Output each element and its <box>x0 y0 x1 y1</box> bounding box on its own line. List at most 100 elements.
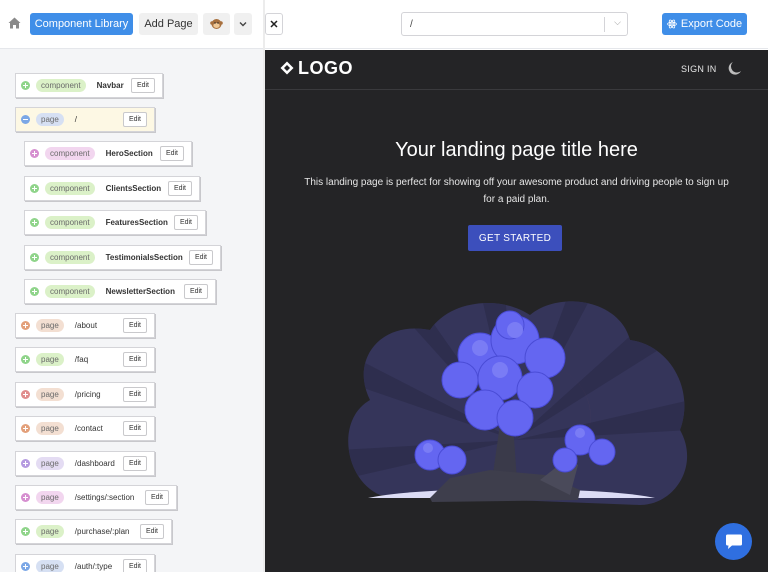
tree-item-label: /about <box>74 321 98 330</box>
tree-item-label: /auth/:type <box>74 562 113 571</box>
hero-title: Your landing page title here <box>395 139 638 161</box>
edit-button[interactable]: Edit <box>122 352 147 367</box>
expand-icon[interactable] <box>21 321 30 330</box>
page-tag: page <box>36 525 64 538</box>
component-tag: component <box>45 182 95 195</box>
preview-navbar: LOGO SIGN IN <box>265 50 768 90</box>
options-dropdown-button[interactable] <box>234 13 252 35</box>
left-toolbar: Component Library Add Page <box>0 0 263 49</box>
react-icon <box>667 19 677 29</box>
tree-item-page-pricing[interactable]: page /pricing Edit <box>15 382 155 407</box>
expand-icon[interactable] <box>30 149 39 158</box>
page-tag: page <box>36 113 64 126</box>
page-tag: page <box>36 388 64 401</box>
tree-item-navbar[interactable]: component Navbar Edit <box>15 73 163 98</box>
route-select-separator <box>604 17 605 32</box>
tree-illustration <box>348 301 688 505</box>
tree-item-page-auth[interactable]: page /auth/:type Edit <box>15 554 155 572</box>
tree-item-label: /pricing <box>74 390 101 399</box>
tree-item-label: /contact <box>74 424 103 433</box>
edit-button[interactable]: Edit <box>188 250 213 265</box>
expand-icon[interactable] <box>21 355 30 364</box>
tree-item-label: Navbar <box>96 81 124 90</box>
export-code-button[interactable]: Export Code <box>662 13 747 35</box>
edit-button[interactable]: Edit <box>167 181 192 196</box>
tree-item-label: /purchase/:plan <box>74 527 130 536</box>
tree-item-label: ClientsSection <box>105 184 162 193</box>
tree-item-page-about[interactable]: page /about Edit <box>15 313 155 338</box>
chat-bubble-icon <box>725 534 742 549</box>
tree-item-page-settings[interactable]: page /settings/:section Edit <box>15 485 177 510</box>
expand-icon[interactable] <box>30 184 39 193</box>
tree-item-herosection[interactable]: component HeroSection Edit <box>24 141 192 166</box>
chevron-down-icon: ⌵ <box>614 17 621 27</box>
tree-item-testimonialssection[interactable]: component TestimonialsSection Edit <box>24 245 221 270</box>
page-tag: page <box>36 353 64 366</box>
expand-icon[interactable] <box>21 424 30 433</box>
get-started-button[interactable]: GET STARTED <box>468 225 562 251</box>
page-tag: page <box>36 422 64 435</box>
tree-item-featuressection[interactable]: component FeaturesSection Edit <box>24 210 206 235</box>
edit-button[interactable]: Edit <box>122 559 147 572</box>
expand-icon[interactable] <box>21 459 30 468</box>
expand-icon[interactable] <box>21 527 30 536</box>
edit-button[interactable]: Edit <box>173 215 198 230</box>
moon-icon[interactable] <box>727 60 743 76</box>
tree-item-newslettersection[interactable]: component NewsletterSection Edit <box>24 279 216 304</box>
tree-item-page-root[interactable]: page / Edit <box>15 107 155 132</box>
component-tag: component <box>45 147 95 160</box>
edit-button[interactable]: Edit <box>159 146 184 161</box>
tree-item-label: FeaturesSection <box>105 218 168 227</box>
avatar-button[interactable] <box>203 13 230 35</box>
monkey-avatar-icon <box>210 19 223 29</box>
tree-item-page-contact[interactable]: page /contact Edit <box>15 416 155 441</box>
expand-icon[interactable] <box>21 562 30 571</box>
expand-icon[interactable] <box>21 390 30 399</box>
page-tag: page <box>36 457 64 470</box>
expand-icon[interactable] <box>30 218 39 227</box>
page-preview: LOGO SIGN IN Your landing page title her… <box>265 50 768 572</box>
close-icon: ✕ <box>269 18 279 31</box>
tree-item-label: NewsletterSection <box>105 287 175 296</box>
add-page-button[interactable]: Add Page <box>139 13 198 35</box>
component-library-button[interactable]: Component Library <box>30 13 133 35</box>
tree-item-label: /settings/:section <box>74 493 135 502</box>
expand-icon[interactable] <box>21 81 30 90</box>
edit-button[interactable]: Edit <box>139 524 164 539</box>
expand-icon[interactable] <box>30 287 39 296</box>
component-tag: component <box>45 285 95 298</box>
page-tag: page <box>36 560 64 572</box>
edit-button[interactable]: Edit <box>122 387 147 402</box>
tree-item-label: /faq <box>74 355 89 364</box>
page-tag: page <box>36 491 64 504</box>
tree-item-label: HeroSection <box>105 149 153 158</box>
page-tag: page <box>36 319 64 332</box>
component-tag: component <box>45 216 95 229</box>
edit-button[interactable]: Edit <box>122 112 147 127</box>
preview-toolbar: ✕ / ⌵ Export Code <box>265 0 768 49</box>
logo-text[interactable]: LOGO <box>298 58 353 79</box>
edit-button[interactable]: Edit <box>130 78 155 93</box>
sign-in-link[interactable]: SIGN IN <box>681 64 717 74</box>
edit-button[interactable]: Edit <box>144 490 169 505</box>
edit-button[interactable]: Edit <box>183 284 208 299</box>
tree-item-page-faq[interactable]: page /faq Edit <box>15 347 155 372</box>
tree-item-page-dashboard[interactable]: page /dashboard Edit <box>15 451 155 476</box>
tree-item-clientssection[interactable]: component ClientsSection Edit <box>24 176 200 201</box>
route-select-value: / <box>410 19 413 30</box>
close-button[interactable]: ✕ <box>265 13 283 35</box>
logo-diamond-icon <box>280 61 294 75</box>
expand-icon[interactable] <box>30 253 39 262</box>
home-icon[interactable] <box>8 17 21 29</box>
route-select[interactable]: / ⌵ <box>401 12 628 36</box>
chat-button[interactable] <box>715 523 752 560</box>
export-code-label: Export Code <box>680 18 743 30</box>
collapse-icon[interactable] <box>21 115 30 124</box>
expand-icon[interactable] <box>21 493 30 502</box>
tree-item-label: /dashboard <box>74 459 115 468</box>
edit-button[interactable]: Edit <box>122 318 147 333</box>
edit-button[interactable]: Edit <box>122 456 147 471</box>
tree-item-page-purchase[interactable]: page /purchase/:plan Edit <box>15 519 172 544</box>
edit-button[interactable]: Edit <box>122 421 147 436</box>
tree-item-label: TestimonialsSection <box>105 253 183 262</box>
